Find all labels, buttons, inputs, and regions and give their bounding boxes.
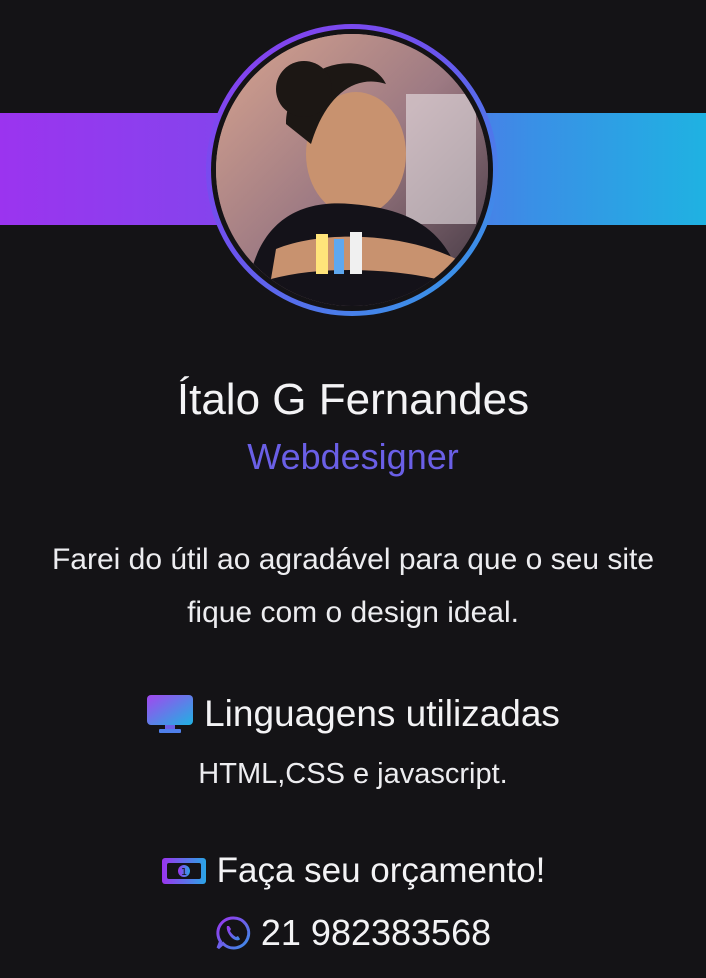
languages-title: Linguagens utilizadas	[204, 693, 560, 734]
phone-number: 21 982383568	[260, 912, 492, 953]
monitor-icon	[146, 694, 194, 734]
profile-card: Ítalo G Fernandes Webdesigner Farei do ú…	[0, 0, 706, 978]
budget-cta[interactable]: 1 Faça seu orçamento!	[0, 845, 706, 897]
languages-list: HTML,CSS e javascript.	[198, 758, 508, 790]
profile-role: Webdesigner	[247, 436, 459, 477]
whatsapp-icon	[215, 915, 251, 951]
profile-name: Ítalo G Fernandes	[176, 375, 530, 424]
avatar-ring	[206, 24, 498, 316]
avatar	[216, 34, 488, 306]
languages-heading: Linguagens utilizadas	[0, 688, 706, 740]
budget-label: Faça seu orçamento!	[216, 851, 546, 890]
phone-contact[interactable]: 21 982383568	[0, 907, 706, 959]
svg-text:1: 1	[180, 867, 186, 878]
profile-description: Farei do útil ao agradável para que o se…	[51, 543, 655, 629]
money-icon: 1	[161, 856, 207, 886]
